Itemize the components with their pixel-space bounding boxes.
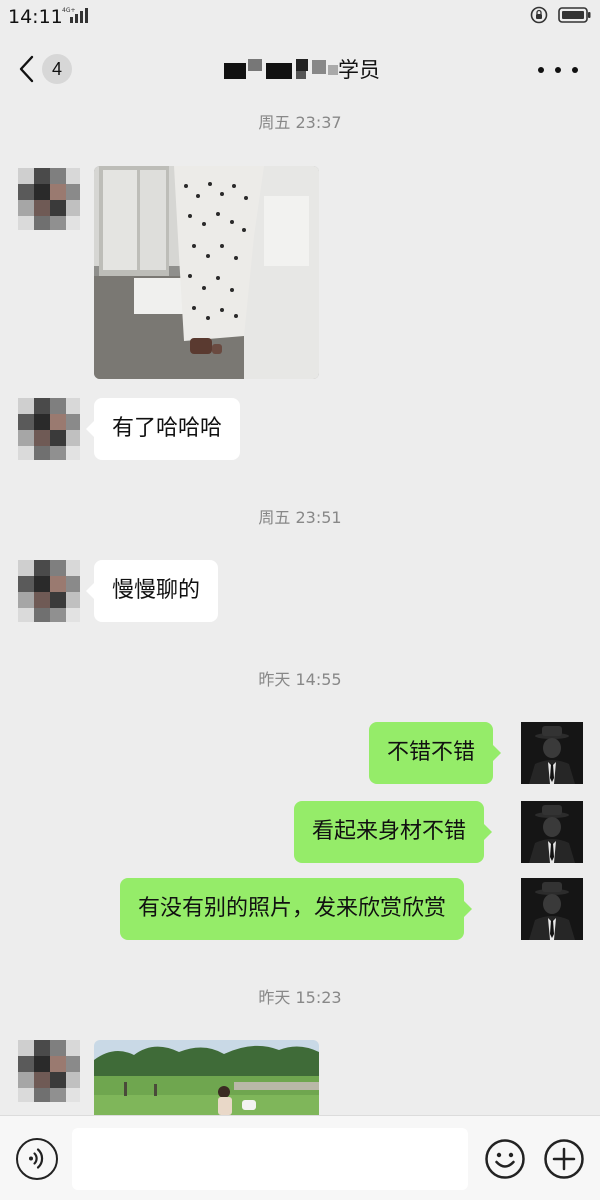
input-bar	[0, 1115, 600, 1200]
voice-button[interactable]	[16, 1138, 58, 1180]
title-redaction-mask	[220, 57, 338, 81]
contact-avatar[interactable]	[18, 168, 80, 230]
message-bubble[interactable]: 不错不错	[369, 722, 502, 784]
back-button[interactable]: 4	[18, 52, 88, 86]
contact-avatar[interactable]	[18, 398, 80, 460]
contact-avatar[interactable]	[18, 1040, 80, 1102]
my-avatar[interactable]	[521, 801, 583, 863]
photo-thumbnail	[94, 1040, 319, 1115]
plus-icon	[544, 1139, 584, 1179]
emoji-button[interactable]	[484, 1138, 526, 1180]
chat-title: 学员	[220, 52, 380, 86]
message-input[interactable]	[72, 1128, 468, 1190]
network-type: 4G+	[62, 7, 76, 14]
message-timestamp: 周五 23:51	[258, 508, 342, 527]
image-message[interactable]	[94, 1040, 319, 1115]
more-dot	[538, 67, 544, 73]
signal-icon: 4G+	[62, 7, 88, 23]
battery-icon	[558, 7, 591, 23]
message-bubble[interactable]: 慢慢聊的	[85, 560, 219, 622]
status-bar: 14:11 4G+	[0, 0, 600, 36]
my-avatar[interactable]	[521, 722, 583, 784]
chat-header: 4 学员	[0, 38, 600, 100]
message-timestamp: 周五 23:37	[258, 113, 342, 132]
unread-count-badge: 4	[42, 54, 72, 84]
chat-title-suffix: 学员	[338, 58, 380, 82]
rotation-lock-icon	[530, 6, 548, 24]
chevron-left-icon	[19, 55, 34, 83]
contact-avatar[interactable]	[18, 560, 80, 622]
status-time: 14:11	[8, 6, 63, 28]
more-button[interactable]	[538, 58, 578, 82]
photo-thumbnail	[94, 166, 319, 379]
more-dot	[572, 67, 578, 73]
emoji-icon	[485, 1139, 525, 1179]
image-message[interactable]	[94, 166, 319, 379]
message-timestamp: 昨天 15:23	[258, 988, 342, 1007]
more-dot	[555, 67, 561, 73]
message-timestamp: 昨天 14:55	[258, 670, 342, 689]
more-functions-button[interactable]	[543, 1138, 585, 1180]
message-bubble[interactable]: 看起来身材不错	[294, 801, 493, 863]
my-avatar[interactable]	[521, 878, 583, 940]
message-bubble[interactable]: 有了哈哈哈	[85, 398, 241, 460]
voice-icon	[29, 1148, 44, 1169]
message-bubble[interactable]: 有没有别的照片，发来欣赏欣赏	[120, 878, 473, 940]
